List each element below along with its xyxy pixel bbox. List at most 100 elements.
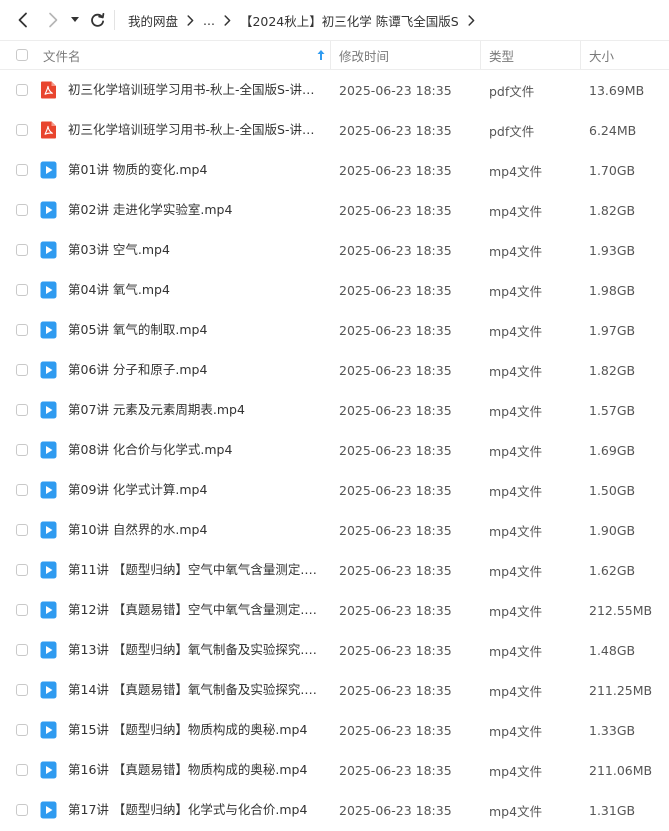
file-name[interactable]: 第08讲 化合价与化学式.mp4 <box>68 430 320 470</box>
column-divider[interactable] <box>330 41 331 69</box>
file-type: mp4文件 <box>489 163 543 179</box>
file-name[interactable]: 第13讲 【题型归纳】氧气制备及实验探究.mp4 <box>68 630 320 670</box>
row-checkbox[interactable] <box>16 604 28 616</box>
row-checkbox[interactable] <box>16 484 28 496</box>
file-size: 1.62GB <box>589 562 636 578</box>
row-checkbox[interactable] <box>16 364 28 376</box>
row-checkbox[interactable] <box>16 84 28 96</box>
file-row[interactable]: 第14讲 【真题易错】氧气制备及实验探究.mp4 2025-06-23 18:3… <box>0 670 669 710</box>
chevron-right-icon[interactable] <box>468 14 475 26</box>
refresh-icon <box>90 12 105 28</box>
file-name[interactable]: 第05讲 氧气的制取.mp4 <box>68 310 320 350</box>
forward-button[interactable] <box>42 8 64 32</box>
file-name[interactable]: 初三化学培训班学习用书-秋上-全国版S-讲义... <box>68 70 320 110</box>
file-size: 1.70GB <box>589 162 636 178</box>
back-button[interactable] <box>12 8 34 32</box>
file-modified-time: 2025-06-23 18:35 <box>339 522 452 538</box>
file-row[interactable]: 第01讲 物质的变化.mp4 2025-06-23 18:35 mp4文件 1.… <box>0 150 669 190</box>
file-row[interactable]: 第16讲 【真题易错】物质构成的奥秘.mp4 2025-06-23 18:35 … <box>0 750 669 790</box>
file-type: mp4文件 <box>489 483 543 499</box>
row-checkbox[interactable] <box>16 524 28 536</box>
file-name[interactable]: 第15讲 【题型归纳】物质构成的奥秘.mp4 <box>68 710 320 750</box>
file-row[interactable]: 第07讲 元素及元素周期表.mp4 2025-06-23 18:35 mp4文件… <box>0 390 669 430</box>
row-checkbox[interactable] <box>16 684 28 696</box>
row-checkbox[interactable] <box>16 764 28 776</box>
video-file-icon <box>40 481 57 499</box>
file-name[interactable]: 第06讲 分子和原子.mp4 <box>68 350 320 390</box>
row-checkbox[interactable] <box>16 124 28 136</box>
column-divider[interactable] <box>580 41 581 69</box>
column-header-size[interactable]: 大小 <box>589 41 614 69</box>
file-size: 1.97GB <box>589 322 636 338</box>
file-name[interactable]: 第10讲 自然界的水.mp4 <box>68 510 320 550</box>
row-checkbox[interactable] <box>16 164 28 176</box>
row-checkbox[interactable] <box>16 324 28 336</box>
file-size: 1.98GB <box>589 282 636 298</box>
row-checkbox[interactable] <box>16 804 28 816</box>
file-modified-time: 2025-06-23 18:35 <box>339 282 452 298</box>
breadcrumb-root[interactable]: 我的网盘 <box>128 11 178 30</box>
file-row[interactable]: 第10讲 自然界的水.mp4 2025-06-23 18:35 mp4文件 1.… <box>0 510 669 550</box>
row-checkbox[interactable] <box>16 724 28 736</box>
row-checkbox[interactable] <box>16 404 28 416</box>
file-row[interactable]: 第13讲 【题型归纳】氧气制备及实验探究.mp4 2025-06-23 18:3… <box>0 630 669 670</box>
file-type: mp4文件 <box>489 443 543 459</box>
file-name[interactable]: 第11讲 【题型归纳】空气中氧气含量测定.mp4 <box>68 550 320 590</box>
file-row[interactable]: 第15讲 【题型归纳】物质构成的奥秘.mp4 2025-06-23 18:35 … <box>0 710 669 750</box>
column-header-modified[interactable]: 修改时间 <box>339 41 389 69</box>
breadcrumb-ellipsis[interactable]: ... <box>203 13 215 28</box>
column-divider[interactable] <box>480 41 481 69</box>
row-checkbox[interactable] <box>16 644 28 656</box>
column-header-name[interactable]: 文件名 <box>43 41 81 69</box>
file-row[interactable]: 第08讲 化合价与化学式.mp4 2025-06-23 18:35 mp4文件 … <box>0 430 669 470</box>
file-name[interactable]: 第01讲 物质的变化.mp4 <box>68 150 320 190</box>
file-size: 211.06MB <box>589 762 653 778</box>
file-name[interactable]: 第07讲 元素及元素周期表.mp4 <box>68 390 320 430</box>
file-name[interactable]: 第17讲 【题型归纳】化学式与化合价.mp4 <box>68 790 320 830</box>
file-row[interactable]: 第09讲 化学式计算.mp4 2025-06-23 18:35 mp4文件 1.… <box>0 470 669 510</box>
history-dropdown-button[interactable] <box>67 8 83 32</box>
file-modified-time: 2025-06-23 18:35 <box>339 762 452 778</box>
video-file-icon <box>40 801 57 819</box>
nav-divider <box>114 10 115 30</box>
row-checkbox[interactable] <box>16 444 28 456</box>
file-name[interactable]: 第12讲 【真题易错】空气中氧气含量测定.mp4 <box>68 590 320 630</box>
refresh-button[interactable] <box>86 8 108 32</box>
file-name[interactable]: 初三化学培训班学习用书-秋上-全国版S-讲义... <box>68 110 320 150</box>
file-type: mp4文件 <box>489 643 543 659</box>
chevron-left-icon <box>17 12 29 28</box>
file-row[interactable]: 第12讲 【真题易错】空气中氧气含量测定.mp4 2025-06-23 18:3… <box>0 590 669 630</box>
column-header-type[interactable]: 类型 <box>489 41 514 69</box>
file-row[interactable]: 初三化学培训班学习用书-秋上-全国版S-讲义... 2025-06-23 18:… <box>0 70 669 110</box>
file-name[interactable]: 第04讲 氧气.mp4 <box>68 270 320 310</box>
row-checkbox[interactable] <box>16 284 28 296</box>
row-checkbox[interactable] <box>16 204 28 216</box>
file-row[interactable]: 第05讲 氧气的制取.mp4 2025-06-23 18:35 mp4文件 1.… <box>0 310 669 350</box>
video-file-icon <box>40 641 57 659</box>
caret-down-icon <box>71 17 79 23</box>
file-row[interactable]: 第11讲 【题型归纳】空气中氧气含量测定.mp4 2025-06-23 18:3… <box>0 550 669 590</box>
file-row[interactable]: 第06讲 分子和原子.mp4 2025-06-23 18:35 mp4文件 1.… <box>0 350 669 390</box>
sort-ascending-icon[interactable] <box>316 49 326 61</box>
row-checkbox[interactable] <box>16 244 28 256</box>
file-name[interactable]: 第16讲 【真题易错】物质构成的奥秘.mp4 <box>68 750 320 790</box>
row-checkbox[interactable] <box>16 564 28 576</box>
file-row[interactable]: 第04讲 氧气.mp4 2025-06-23 18:35 mp4文件 1.98G… <box>0 270 669 310</box>
file-modified-time: 2025-06-23 18:35 <box>339 802 452 818</box>
video-file-icon <box>40 281 57 299</box>
file-row[interactable]: 第03讲 空气.mp4 2025-06-23 18:35 mp4文件 1.93G… <box>0 230 669 270</box>
file-modified-time: 2025-06-23 18:35 <box>339 242 452 258</box>
select-all-checkbox[interactable] <box>16 49 28 61</box>
file-size: 1.82GB <box>589 202 636 218</box>
video-file-icon <box>40 401 57 419</box>
file-name[interactable]: 第09讲 化学式计算.mp4 <box>68 470 320 510</box>
file-name[interactable]: 第03讲 空气.mp4 <box>68 230 320 270</box>
file-name[interactable]: 第14讲 【真题易错】氧气制备及实验探究.mp4 <box>68 670 320 710</box>
file-name[interactable]: 第02讲 走进化学实验室.mp4 <box>68 190 320 230</box>
video-file-icon <box>40 601 57 619</box>
file-row[interactable]: 第02讲 走进化学实验室.mp4 2025-06-23 18:35 mp4文件 … <box>0 190 669 230</box>
file-row[interactable]: 初三化学培训班学习用书-秋上-全国版S-讲义... 2025-06-23 18:… <box>0 110 669 150</box>
file-row[interactable]: 第17讲 【题型归纳】化学式与化合价.mp4 2025-06-23 18:35 … <box>0 790 669 830</box>
breadcrumb-current-folder[interactable]: 【2024秋上】初三化学 陈谭飞全国版S <box>240 11 459 30</box>
file-size: 1.82GB <box>589 362 636 378</box>
